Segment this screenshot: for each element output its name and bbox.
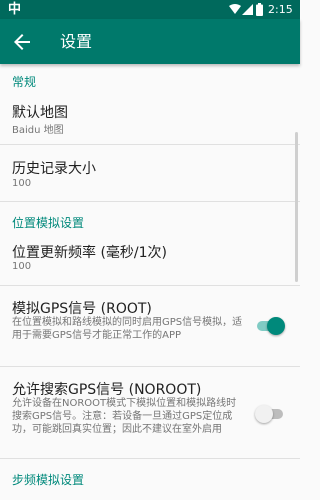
settings-list[interactable]: 常规 默认地图 Baidu 地图 历史记录大小 100 位置模拟设置 位置更新频… <box>0 64 300 500</box>
pref-gps-noroot-title: 允许搜索GPS信号 (NOROOT) <box>12 382 202 398</box>
page-title: 设置 <box>60 32 93 51</box>
pref-update-frequency-title: 位置更新频率 (毫秒/1次) <box>12 245 167 261</box>
pref-default-map-value: Baidu 地图 <box>12 125 64 136</box>
gps-noroot-toggle[interactable] <box>255 404 285 424</box>
category-header-location-sim: 位置模拟设置 <box>12 216 85 230</box>
app-notification-icon: 中 <box>8 2 22 17</box>
switch-thumb <box>267 317 285 335</box>
divider <box>0 285 300 286</box>
category-header-step-sim: 步频模拟设置 <box>12 473 85 487</box>
switch-thumb <box>255 405 273 423</box>
pref-history-size-title: 历史记录大小 <box>12 161 96 177</box>
divider <box>0 458 300 459</box>
battery-icon <box>256 3 263 16</box>
gps-root-toggle[interactable] <box>255 316 285 336</box>
divider <box>0 366 300 367</box>
wifi-icon <box>229 4 241 14</box>
arrow-back-icon[interactable] <box>10 30 34 54</box>
scrollbar[interactable] <box>295 132 298 282</box>
divider <box>0 144 300 145</box>
status-time: 2:15 <box>268 3 293 16</box>
pref-gps-root-title: 模拟GPS信号 (ROOT) <box>12 301 152 317</box>
pref-default-map-title: 默认地图 <box>12 105 68 121</box>
pref-gps-root-summary: 在位置模拟和路线模拟的同时启用GPS信号模拟，适用于需要GPS信号才能正常工作的… <box>12 317 243 341</box>
app-bar: 设置 <box>0 19 300 64</box>
pref-gps-noroot-summary: 允许设备在NOROOT模式下模拟位置和模拟路线时搜索GPS信号。注意：若设备一旦… <box>12 398 237 435</box>
signal-icon <box>242 4 253 15</box>
status-bar: 中 2:15 <box>0 0 300 19</box>
divider <box>0 201 300 202</box>
category-header-general: 常规 <box>12 75 37 89</box>
pref-update-frequency-value: 100 <box>12 261 32 272</box>
pref-history-size-value: 100 <box>12 178 32 189</box>
